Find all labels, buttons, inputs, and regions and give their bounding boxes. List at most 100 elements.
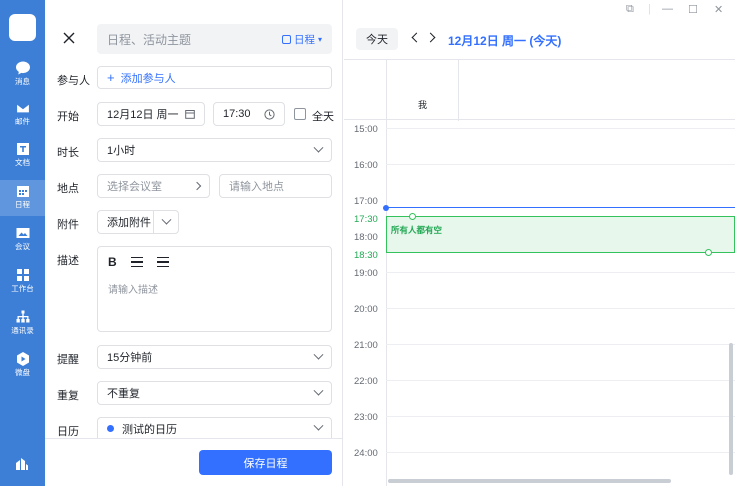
next-day-icon[interactable] xyxy=(425,32,436,43)
allday-checkbox[interactable] xyxy=(294,108,306,120)
calendar-icon xyxy=(16,186,29,197)
chevron-down-icon xyxy=(313,349,324,360)
sidebar-item-workbench[interactable]: 工作台 xyxy=(0,264,45,300)
sidebar-item-label: 邮件 xyxy=(15,117,30,126)
app-sidebar: 消息 邮件 文档 日程 会议 工作台 通讯录 微盘 xyxy=(0,0,45,486)
hour-line xyxy=(386,380,735,381)
sidebar-item-docs[interactable]: 文档 xyxy=(0,138,45,174)
divider xyxy=(386,120,387,486)
time-label: 18:00 xyxy=(354,232,378,243)
selected-time-slot[interactable]: 所有人都有空 xyxy=(386,213,735,256)
time-label: 17:30 xyxy=(354,214,378,225)
chevron-down-icon xyxy=(161,214,171,225)
start-date-value: 12月12日 周一 xyxy=(107,109,179,121)
hour-line xyxy=(386,272,735,273)
calendar-small-icon xyxy=(185,110,195,119)
attachment-dropdown[interactable] xyxy=(153,211,178,233)
maximize-icon[interactable]: ☐ xyxy=(688,3,698,16)
minimize-icon[interactable]: — xyxy=(662,3,673,15)
clock-icon xyxy=(264,108,275,120)
contacts-icon xyxy=(16,310,29,323)
repeat-label: 重复 xyxy=(57,390,79,402)
start-time-picker[interactable]: 17:30 xyxy=(213,102,285,126)
time-label: 24:00 xyxy=(354,448,378,459)
close-window-icon[interactable]: ✕ xyxy=(714,3,723,16)
calendar-mini-icon xyxy=(281,34,291,44)
video-meeting-icon xyxy=(16,228,29,238)
title-placeholder: 日程、活动主题 xyxy=(107,32,192,47)
sidebar-item-drive[interactable]: 微盘 xyxy=(0,348,45,384)
sidebar-item-meeting[interactable]: 会议 xyxy=(0,222,45,258)
location-label: 地点 xyxy=(57,183,79,195)
repeat-value: 不重复 xyxy=(107,388,140,400)
bold-button[interactable]: B xyxy=(108,255,117,269)
close-icon[interactable] xyxy=(61,30,77,46)
duration-label: 时长 xyxy=(57,147,79,159)
save-event-button[interactable]: 保存日程 xyxy=(199,450,332,475)
bullet-list-icon[interactable] xyxy=(130,257,143,267)
current-date-title: 12月12日 周一 (今天) xyxy=(448,34,562,48)
chat-bubble-icon xyxy=(15,61,30,75)
divider xyxy=(458,60,459,121)
start-label: 开始 xyxy=(57,111,79,123)
calendar-type-selector[interactable]: 日程 ▾ xyxy=(281,32,322,47)
plus-icon: + xyxy=(107,70,115,85)
divider xyxy=(386,60,387,121)
repeat-select[interactable]: 不重复 xyxy=(97,381,332,405)
slot-start-handle[interactable] xyxy=(409,213,416,220)
calendar-type-label: 日程 xyxy=(293,33,315,46)
calendar-select[interactable]: 测试的日历 xyxy=(97,417,332,439)
duration-select[interactable]: 1小时 xyxy=(97,138,332,162)
attachment-label: 附件 xyxy=(57,219,79,231)
event-title-input[interactable]: 日程、活动主题 日程 ▾ xyxy=(97,24,332,54)
prev-day-icon[interactable] xyxy=(411,32,422,43)
description-label: 描述 xyxy=(57,255,79,267)
current-time-line xyxy=(386,207,735,209)
slot-end-handle[interactable] xyxy=(705,249,712,256)
start-date-picker[interactable]: 12月12日 周一 xyxy=(97,102,205,126)
add-attachment-button[interactable]: 添加附件 xyxy=(97,210,179,234)
time-label: 21:00 xyxy=(354,340,378,351)
description-toolbar: B xyxy=(108,255,169,269)
duration-value: 1小时 xyxy=(107,145,136,157)
sidebar-item-contacts[interactable]: 通讯录 xyxy=(0,306,45,342)
sidebar-item-calendar[interactable]: 日程 xyxy=(0,180,45,216)
sidebar-item-label: 日程 xyxy=(15,200,30,209)
hour-line xyxy=(386,416,735,417)
today-button[interactable]: 今天 xyxy=(356,28,398,50)
avatar[interactable] xyxy=(9,14,36,41)
description-placeholder: 请输入描述 xyxy=(108,285,158,296)
chevron-down-icon xyxy=(313,420,324,431)
add-attachment-text: 添加附件 xyxy=(107,217,151,229)
time-label: 16:00 xyxy=(354,160,378,171)
numbered-list-icon[interactable] xyxy=(156,257,169,267)
sidebar-item-label: 文档 xyxy=(15,158,30,167)
current-time-dot xyxy=(383,205,389,211)
time-label: 15:00 xyxy=(354,124,378,135)
pin-window-icon[interactable]: ⧉ xyxy=(626,3,634,16)
description-editor[interactable]: B 请输入描述 xyxy=(97,246,332,332)
sidebar-item-mail[interactable]: 邮件 xyxy=(0,97,45,133)
add-attendee-field[interactable]: + 添加参与人 xyxy=(97,66,332,89)
chevron-down-icon xyxy=(313,385,324,396)
attendees-label: 参与人 xyxy=(57,75,90,87)
horizontal-scrollbar[interactable] xyxy=(388,479,671,483)
document-icon xyxy=(16,143,29,155)
divider: | xyxy=(648,3,651,15)
calendar-panel: ⧉ | — ☐ ✕ 今天 12月12日 周一 (今天) 我 15:00 16:0… xyxy=(344,0,735,486)
reminder-value: 15分钟前 xyxy=(107,352,153,364)
reminder-label: 提醒 xyxy=(57,354,79,366)
hour-line xyxy=(386,128,735,129)
time-grid[interactable]: 15:00 16:00 17:00 17:30 18:00 18:30 19:0… xyxy=(344,120,735,486)
sidebar-item-messages[interactable]: 消息 xyxy=(0,57,45,93)
free-slot-text: 所有人都有空 xyxy=(391,225,443,235)
workbench-grid-icon xyxy=(16,269,29,281)
event-form: 日程、活动主题 日程 ▾ 参与人 + 添加参与人 开始 12月12日 周一 17… xyxy=(45,0,343,486)
meeting-room-select[interactable]: 选择会议室 xyxy=(97,174,210,198)
reminder-select[interactable]: 15分钟前 xyxy=(97,345,332,369)
vertical-scrollbar[interactable] xyxy=(729,343,733,475)
location-input[interactable]: 请输入地点 xyxy=(219,174,332,198)
calendar-color-dot xyxy=(107,425,114,432)
attendee-me-label: 我 xyxy=(418,100,428,110)
more-apps-icon[interactable] xyxy=(14,456,30,472)
